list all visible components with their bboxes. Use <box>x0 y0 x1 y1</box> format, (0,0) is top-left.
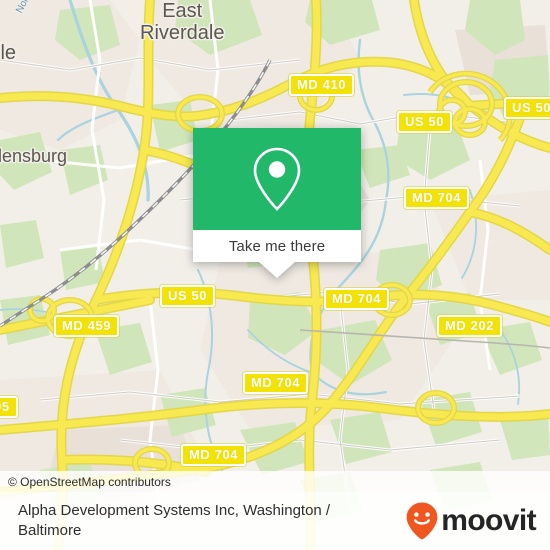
road-shield-us-50-left[interactable]: US 50 <box>160 285 216 307</box>
map-pin-icon <box>253 147 301 211</box>
road-shield-md-704-mid[interactable]: MD 704 <box>324 288 390 310</box>
take-me-there-label: Take me there <box>228 237 326 255</box>
location-title: Alpha Development Systems Inc, Washingto… <box>18 502 331 539</box>
callout-pointer-tail <box>259 262 295 278</box>
map-attribution-bar: © OpenStreetMap contributors <box>0 471 550 492</box>
map-screenshot: East Riverdale lle densburg Northeast Br… <box>0 0 550 550</box>
take-me-there-callout[interactable]: Take me there <box>193 128 361 278</box>
callout-icon-panel <box>193 128 361 230</box>
road-shield-i-95-edge[interactable]: 95 <box>0 396 18 418</box>
road-shield-md-704-bottom[interactable]: MD 704 <box>181 444 247 466</box>
road-shield-md-410-top[interactable]: MD 410 <box>289 74 355 96</box>
openstreetmap-attribution[interactable]: © OpenStreetMap contributors <box>0 475 171 489</box>
callout-action-bar[interactable]: Take me there <box>193 230 361 278</box>
moovit-logo[interactable]: moovit <box>404 501 550 541</box>
road-shield-us-50-right[interactable]: US 50 <box>504 97 550 119</box>
road-shield-md-202-right[interactable]: MD 202 <box>437 315 503 337</box>
moovit-pin-smile-icon <box>406 502 438 540</box>
road-shield-md-459-left[interactable]: MD 459 <box>54 315 120 337</box>
road-shield-md-704-right[interactable]: MD 704 <box>404 187 470 209</box>
footer-bar: Alpha Development Systems Inc, Washingto… <box>0 492 550 550</box>
moovit-wordmark: moovit <box>441 504 536 537</box>
road-shield-us-50-top[interactable]: US 50 <box>397 111 453 133</box>
road-shield-md-704-lower[interactable]: MD 704 <box>243 372 309 394</box>
